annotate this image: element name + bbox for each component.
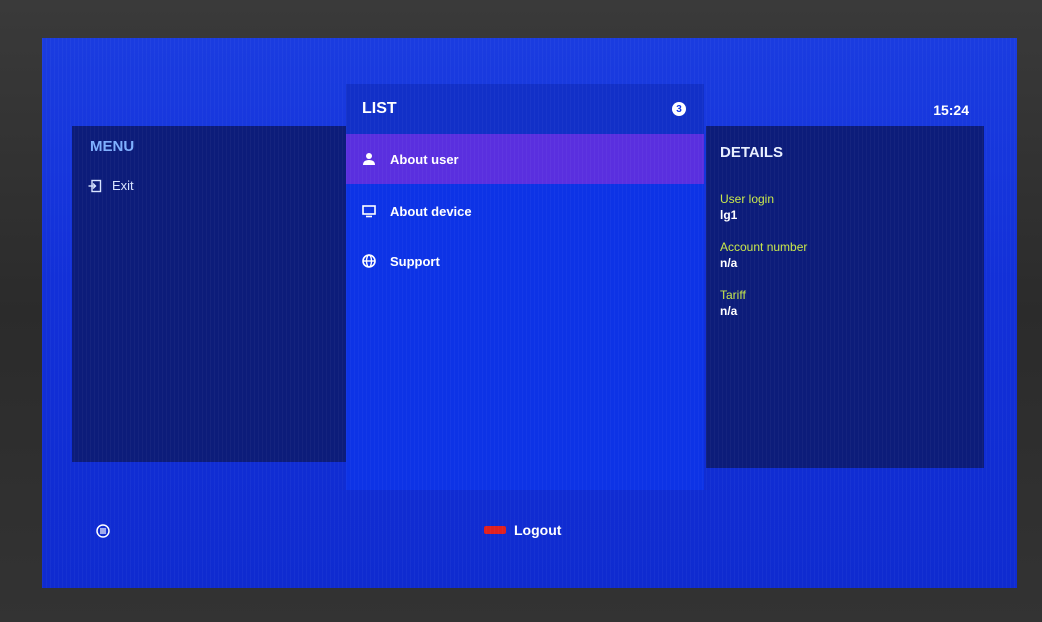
exit-icon xyxy=(88,179,102,193)
list-title: LIST xyxy=(362,100,397,117)
list-count-badge: 3 xyxy=(672,102,686,116)
list-item-label: About user xyxy=(390,151,459,167)
list-item-about-device[interactable]: About device xyxy=(346,186,704,236)
menu-item-exit[interactable]: Exit xyxy=(88,178,134,193)
detail-value-user-login: lg1 xyxy=(720,208,738,222)
detail-value-account-number: n/a xyxy=(720,256,738,270)
menu-key-icon[interactable] xyxy=(96,524,110,538)
clock: 15:24 xyxy=(933,102,969,118)
detail-value-tariff: n/a xyxy=(720,304,738,318)
list-panel: LIST 3 About user About device Support xyxy=(346,84,704,490)
details-panel: DETAILS User login lg1 Account number n/… xyxy=(706,126,984,468)
logout-button[interactable]: Logout xyxy=(484,522,561,538)
menu-item-label: Exit xyxy=(112,178,134,193)
menu-title: MENU xyxy=(90,138,135,155)
user-icon xyxy=(362,152,376,166)
list-item-label: Support xyxy=(390,253,440,269)
details-title: DETAILS xyxy=(720,144,784,161)
list-item-label: About device xyxy=(390,203,472,219)
monitor-icon xyxy=(362,204,376,218)
globe-icon xyxy=(362,254,376,268)
detail-label-account-number: Account number xyxy=(720,240,808,254)
detail-label-tariff: Tariff xyxy=(720,288,746,302)
list-header: LIST 3 xyxy=(346,84,704,134)
list-item-support[interactable]: Support xyxy=(346,236,704,286)
detail-label-user-login: User login xyxy=(720,192,775,206)
list-item-about-user[interactable]: About user xyxy=(346,134,704,184)
logout-label: Logout xyxy=(514,522,562,538)
red-key-icon xyxy=(484,526,506,534)
menu-panel: MENU Exit xyxy=(72,126,348,462)
tv-screen: 15:24 MENU Exit LIST 3 About user About … xyxy=(42,38,1017,588)
